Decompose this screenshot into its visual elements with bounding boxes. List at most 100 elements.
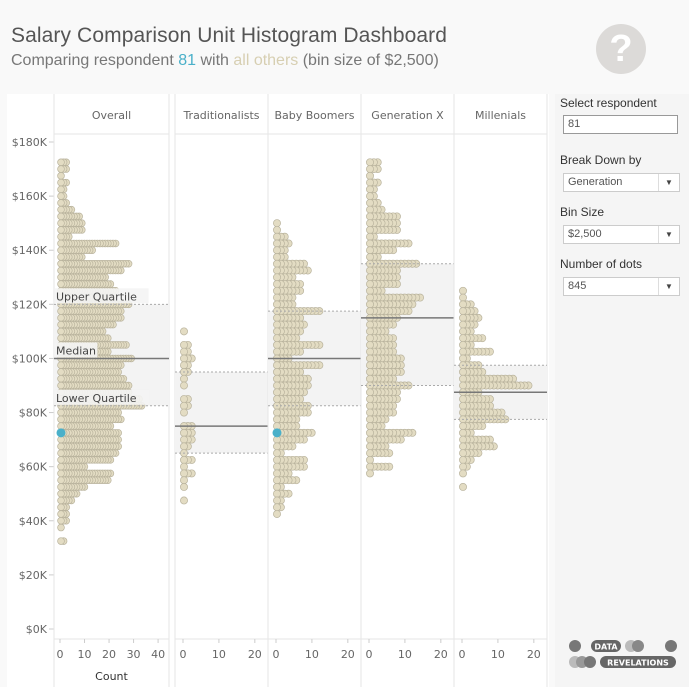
dot — [273, 442, 281, 451]
dot — [57, 442, 65, 451]
dot — [180, 340, 188, 349]
dot — [366, 185, 374, 194]
dot — [366, 435, 374, 444]
y-tick-label: $180K — [12, 136, 48, 149]
dot — [366, 388, 374, 397]
dot — [57, 503, 65, 512]
unit-histogram-chart: $180K $160K $140K $120K $100K $80K $60K $40K $20… — [12, 94, 548, 687]
y-tick-label: $0K — [26, 623, 48, 636]
subtitle-prefix: Comparing respondent — [11, 52, 179, 69]
dot — [57, 266, 65, 275]
dot — [366, 408, 374, 417]
dot — [459, 347, 467, 356]
dot — [366, 354, 374, 363]
breakdown-select[interactable]: Generation ▼ — [563, 173, 680, 192]
y-tick-label: $120K — [12, 298, 48, 311]
dot — [180, 462, 188, 471]
dots-select[interactable]: 845 ▼ — [563, 277, 680, 296]
dot — [366, 192, 374, 201]
dot — [366, 198, 374, 207]
dot — [273, 266, 281, 275]
respondent-label: Select respondent — [560, 96, 657, 110]
annotation-upper-quartile: Upper Quartile — [56, 290, 137, 303]
panel-header-baby-boomers: Baby Boomers — [274, 109, 354, 122]
panel-header-millenials: Millenials — [475, 109, 526, 122]
dot — [273, 286, 281, 295]
chevron-down-icon[interactable]: ▼ — [658, 226, 679, 243]
dot — [459, 469, 467, 478]
x-tick-label: 10 — [305, 648, 319, 661]
dot — [273, 246, 281, 255]
dot — [57, 165, 65, 173]
dot — [273, 219, 281, 228]
dot — [459, 483, 467, 491]
dot — [57, 374, 65, 383]
help-icon[interactable]: ? — [596, 24, 646, 74]
x-tick-label: 10 — [398, 648, 412, 661]
chevron-down-icon[interactable]: ▼ — [658, 278, 679, 295]
panel-header-traditionalists: Traditionalists — [182, 109, 259, 122]
chevron-down-icon[interactable]: ▼ — [658, 174, 679, 191]
dot — [273, 374, 281, 383]
dot — [366, 469, 374, 478]
x-tick-label: 30 — [127, 648, 141, 661]
dot — [57, 517, 65, 525]
dot — [366, 239, 374, 248]
dot — [459, 442, 467, 451]
y-tick-label: $160K — [12, 190, 48, 203]
x-tick-label: 0 — [366, 648, 373, 661]
x-tick-label: 20 — [434, 648, 448, 661]
logo-dot — [569, 640, 581, 652]
dot — [180, 361, 188, 370]
dot — [57, 226, 65, 234]
dot — [57, 489, 65, 498]
logo-text-revelations: REVELATIONS — [607, 659, 669, 668]
dot — [180, 381, 188, 390]
dot — [273, 408, 281, 417]
dot — [366, 422, 374, 431]
dot — [366, 171, 374, 180]
respondent-input[interactable]: 81 — [563, 115, 678, 134]
dot — [459, 462, 467, 471]
dot — [57, 246, 65, 254]
dot — [273, 462, 281, 471]
dot — [57, 280, 65, 288]
dot — [57, 199, 65, 207]
dot — [459, 334, 467, 343]
dot — [366, 300, 374, 309]
dot — [57, 483, 65, 491]
x-tick-label: 0 — [459, 648, 466, 661]
dot — [57, 456, 65, 464]
subtitle-mid: with — [196, 52, 234, 69]
dot — [57, 178, 65, 187]
dot — [57, 368, 65, 376]
dot — [57, 307, 65, 315]
dot — [57, 158, 65, 167]
dot — [459, 401, 467, 410]
y-tick-label: $80K — [19, 407, 48, 420]
dot — [366, 442, 374, 451]
dot — [273, 273, 281, 282]
dot — [273, 489, 281, 498]
dot — [366, 428, 374, 437]
dot — [366, 246, 374, 255]
dot — [57, 273, 65, 282]
dot — [273, 259, 281, 268]
dot — [366, 361, 374, 370]
bin-size-select[interactable]: $2,500 ▼ — [563, 225, 680, 244]
dot — [366, 253, 374, 261]
x-tick-label: 0 — [273, 648, 280, 661]
dot — [366, 334, 374, 343]
dot — [57, 205, 65, 214]
controls-panel: Select respondent 81 Break Down by Gener… — [555, 94, 689, 687]
dot — [57, 212, 65, 221]
dot — [459, 340, 467, 349]
dot — [273, 455, 281, 464]
dot — [57, 361, 65, 369]
dot — [366, 219, 374, 228]
dot — [459, 307, 467, 316]
dot — [366, 395, 374, 403]
dot — [366, 205, 374, 214]
dot — [366, 462, 374, 471]
dot — [57, 523, 65, 532]
